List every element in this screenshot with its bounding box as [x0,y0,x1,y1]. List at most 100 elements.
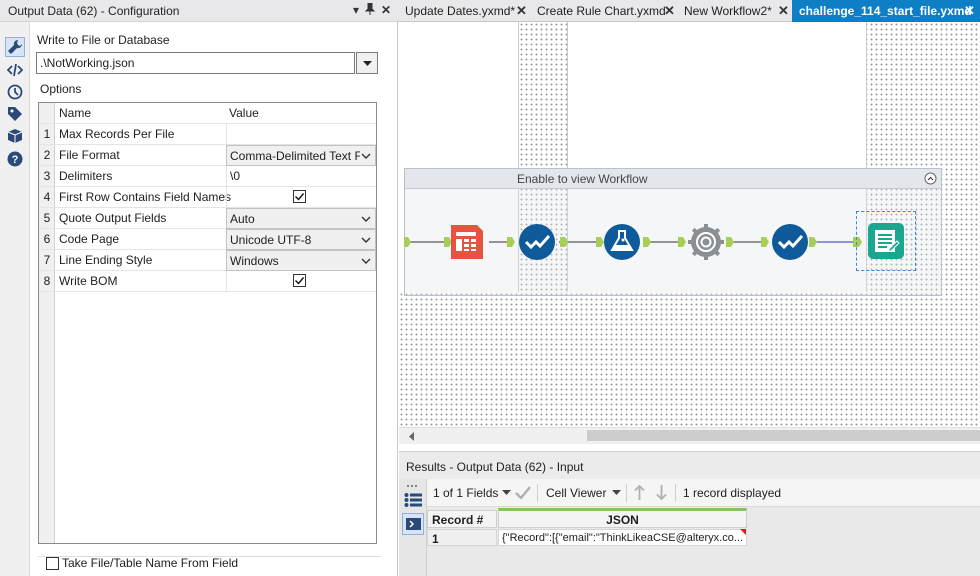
records-displayed: 1 record displayed [683,486,782,500]
checkmark-icon [295,277,305,285]
arrow-up-icon[interactable] [634,485,645,500]
tab-challenge-114[interactable]: challenge_114_start_file.yxmd ✕ [792,0,980,22]
options-grid: Name Value 1 Max Records Per File 2 File… [38,102,377,544]
line-ending-select[interactable]: Windows [226,250,376,271]
check-icon[interactable] [515,486,531,499]
results-title-bar: Results - Output Data (62) - Input [399,451,980,479]
document-tab-bar: Update Dates.yxmd* ✕ Create Rule Chart.y… [398,0,980,22]
scrollbar-thumb[interactable] [587,430,980,441]
close-icon[interactable]: ✕ [380,3,392,17]
cross-tab-tool[interactable] [447,224,485,260]
select-check-icon [772,224,808,260]
configuration-panel: Output Data (62) - Configuration ▾ ✕ ? W… [0,0,398,576]
select-tool[interactable] [518,223,556,261]
toolbar-divider [626,484,627,502]
file-format-select[interactable]: Comma-Delimited Text Files [226,145,376,166]
chevron-left-icon[interactable] [409,432,415,441]
path-dropdown-button[interactable] [356,52,378,74]
fields-count: 1 of 1 Fields [433,486,499,500]
beaker-icon [604,224,640,260]
tab-new-workflow2[interactable]: New Workflow2* ✕ [678,0,792,22]
tab-create-rule-chart[interactable]: Create Rule Chart.yxmd ✕ [531,0,678,22]
code-page-select[interactable]: Unicode UTF-8 [226,229,376,250]
output-path-input[interactable]: .\NotWorking.json [36,52,355,74]
option-name: Delimiters [59,169,113,183]
option-row: 5 Quote Output Fields Auto [39,208,376,229]
config-icon-bar: ? [0,22,30,576]
delimiters-input[interactable]: \0 [226,166,376,187]
multi-row-formula-tool[interactable] [687,223,725,261]
option-name: Write BOM [59,274,118,288]
chevron-down-icon [361,237,371,243]
option-row: 6 Code Page Unicode UTF-8 [39,229,376,250]
select-check-icon [519,224,555,260]
option-row: 2 File Format Comma-Delimited Text Files [39,145,376,166]
chevron-down-icon[interactable] [502,490,511,495]
first-row-field-names-checkbox[interactable] [293,190,306,203]
workflow-canvas[interactable]: Enable to view Workflow [399,22,980,427]
json-cell[interactable]: {"Record":[{"email":"ThinkLikeaCSE@alter… [498,529,747,546]
box-icon[interactable] [5,126,25,146]
record-number-header[interactable]: Record # [427,510,497,528]
close-icon[interactable]: ✕ [664,3,675,19]
value-column-header: Value [229,106,259,120]
config-title-bar: Output Data (62) - Configuration ▾ ✕ [0,0,398,22]
quote-output-select[interactable]: Auto [226,208,376,229]
select-tool[interactable] [771,223,809,261]
wrench-icon[interactable] [5,37,25,57]
option-row: 1 Max Records Per File [39,124,376,145]
output-data-tool[interactable] [856,211,916,271]
max-records-input[interactable] [226,124,376,145]
name-column-header: Name [59,106,92,120]
write-bom-checkbox[interactable] [293,274,306,287]
gear-icon [688,224,724,260]
checkmark-icon [295,193,305,201]
option-row: 4 First Row Contains Field Names [39,187,376,208]
collapse-icon[interactable] [924,172,937,185]
formula-tool[interactable] [603,223,641,261]
chevron-down-icon [361,153,371,159]
option-row: 7 Line Ending Style Windows [39,250,376,271]
tag-icon[interactable] [5,104,25,124]
xml-code-icon[interactable] [5,60,25,80]
json-column-header[interactable]: JSON [498,508,747,528]
message-icon [406,518,421,530]
toolbar-divider [675,484,676,502]
arrow-down-icon[interactable] [656,485,667,500]
write-to-label: Write to File or Database [37,33,170,47]
results-title: Results - Output Data (62) - Input [406,460,584,474]
results-grid: Record # JSON 1 {"Record":[{"email":"Thi… [427,507,980,576]
config-title: Output Data (62) - Configuration [8,4,180,18]
output-book-icon [868,223,904,259]
tab-update-dates[interactable]: Update Dates.yxmd* ✕ [398,0,531,22]
option-name: First Row Contains Field Names [59,190,232,204]
chevron-down-icon [361,216,371,222]
option-name: Max Records Per File [59,127,175,141]
help-icon[interactable]: ? [5,149,25,169]
option-name: Line Ending Style [59,253,153,267]
truncation-marker-icon [740,529,746,535]
options-header-row: Name Value [39,103,376,124]
option-row: 8 Write BOM [39,271,376,292]
message-view-button[interactable] [402,513,424,535]
close-icon[interactable]: ✕ [778,3,789,19]
chevron-down-icon [362,60,372,66]
chevron-down-icon[interactable] [612,490,621,495]
option-name: Code Page [59,232,120,246]
dropdown-icon[interactable]: ▾ [350,3,362,17]
cross-tab-icon [451,225,483,259]
take-name-label: Take File/Table Name From Field [62,556,239,570]
container-title-bar: Enable to view Workflow [405,169,941,189]
grip-icon [407,485,417,487]
pin-icon[interactable] [364,2,376,18]
option-name: Quote Output Fields [59,211,167,225]
results-toolbar: 1 of 1 Fields Cell Viewer 1 record displ… [427,479,980,507]
close-icon[interactable]: ✕ [964,3,975,19]
chevron-down-icon [361,258,371,264]
option-row: 3 Delimiters \0 [39,166,376,187]
container-title: Enable to view Workflow [517,172,648,186]
take-name-from-field-checkbox[interactable] [46,557,59,570]
list-view-icon[interactable] [404,492,422,508]
close-icon[interactable]: ✕ [516,3,527,19]
connection-icon[interactable] [5,82,25,102]
